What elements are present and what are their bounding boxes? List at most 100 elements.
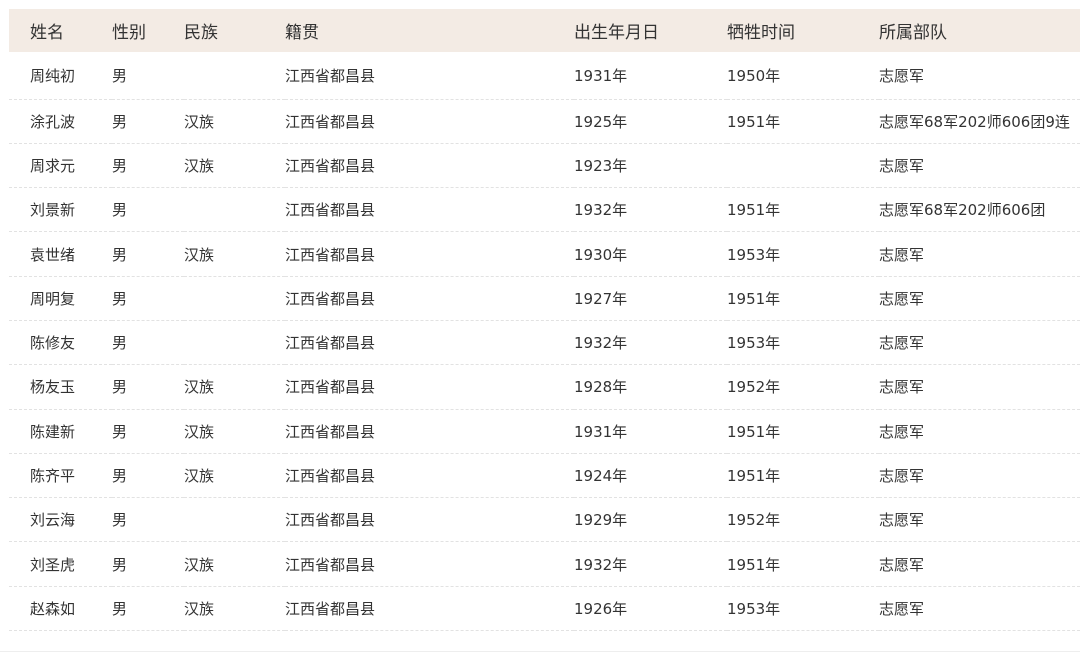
table-header: 姓名 性别 民族 籍贯 出生年月日 牺牲时间 所属部队 [9,9,1080,52]
cell-death-time: 1951年 [727,201,781,220]
cell-unit: 志愿军 [879,289,925,308]
cell-birth-date: 1925年 [574,112,628,131]
cell-ethnicity: 汉族 [184,112,215,131]
cell-gender: 男 [112,467,128,486]
cell-name: 刘圣虎 [30,555,76,574]
column-header-unit: 所属部队 [879,23,947,43]
cell-unit: 志愿军 [879,555,925,574]
cell-death-time: 1953年 [727,245,781,264]
cell-native-place: 江西省都昌县 [285,555,376,574]
cell-gender: 男 [112,511,128,530]
cell-gender: 男 [112,422,128,441]
cell-unit: 志愿军 [879,599,925,618]
cell-ethnicity [184,188,285,232]
column-header-death-time: 牺牲时间 [727,23,795,43]
cell-native-place: 江西省都昌县 [285,201,376,220]
cell-death-time: 1951年 [727,467,781,486]
table-body: 周纯初男江西省都昌县 1931年 1950年 志愿军 涂孔波男汉族 江西省都昌县 1925年… [9,52,1080,631]
cell-native-place: 江西省都昌县 [285,334,376,353]
cell-name: 袁世绪 [30,245,76,264]
cell-death-time: 1951年 [727,422,781,441]
cell-gender: 男 [112,599,128,618]
table-row: 陈建新 男 汉族 江西省都昌县 1931年 1951年 志愿军 [9,409,1080,454]
cell-native-place: 江西省都昌县 [285,245,376,264]
table-row: 陈修友 男 江西省都昌县 1932年 1953年 志愿军 [9,320,1080,365]
cell-name: 陈齐平 [30,467,76,486]
cell-ethnicity: 汉族 [184,245,215,264]
cell-birth-date: 1930年 [574,245,628,264]
cell-unit: 志愿军 [879,467,925,486]
cell-unit: 志愿军 [879,334,925,353]
cell-native-place: 江西省都昌县 [285,378,376,397]
table-row: 刘云海 男 江西省都昌县 1929年 1952年 志愿军 [9,498,1080,542]
cell-name: 刘景新 [30,201,76,220]
cell-ethnicity: 汉族 [184,555,215,574]
cell-ethnicity [184,320,285,364]
cell-ethnicity: 汉族 [184,156,215,175]
cell-unit: 志愿军68军202师606团9连 [879,112,1070,131]
cell-birth-date: 1931年 [574,422,628,441]
cell-gender: 男 [112,289,128,308]
column-header-name: 姓名 [30,23,64,43]
cell-ethnicity [184,52,285,99]
table-row: 袁世绪 男 汉族 江西省都昌县 1930年 1953年 志愿军 [9,232,1080,277]
cell-gender: 男 [112,201,128,220]
cell-native-place: 江西省都昌县 [285,156,376,175]
cell-birth-date: 1926年 [574,599,628,618]
table-row: 涂孔波 男 汉族 江西省都昌县 1925年 1951年 志愿军68军202师606团9连 [9,99,1080,144]
martyrs-table-container: 姓名 性别 民族 籍贯 出生年月日 牺牲时间 所属部队 周纯初男江西省都昌县 19… [9,9,1080,631]
cell-unit: 志愿军68军202师606团 [879,201,1046,220]
table-row: 赵森如 男 汉族 江西省都昌县 1926年 1953年 志愿军 [9,586,1080,631]
cell-name: 杨友玉 [30,378,76,397]
cell-death-time [727,143,879,187]
cell-gender: 男 [112,112,128,131]
cell-birth-date: 1929年 [574,511,628,530]
cell-unit: 志愿军 [879,245,925,264]
cell-death-time: 1951年 [727,112,781,131]
cell-gender: 男 [112,555,128,574]
cell-death-time: 1950年 [727,66,781,85]
cell-native-place: 江西省都昌县 [285,289,376,308]
cell-ethnicity [184,276,285,320]
table-row: 陈齐平 男 汉族 江西省都昌县 1924年 1951年 志愿军 [9,453,1080,498]
table-row: 周求元 男 汉族 江西省都昌县 1923年 志愿军 [9,143,1080,188]
table-row: 刘景新 男 江西省都昌县 1932年 1951年 志愿军68军202师606团 [9,188,1080,232]
cell-ethnicity: 汉族 [184,378,215,397]
cell-ethnicity [184,498,285,542]
cell-ethnicity: 汉族 [184,422,215,441]
cell-name: 周明复 [30,289,76,308]
cell-gender: 男 [112,66,128,85]
cell-birth-date: 1932年 [574,334,628,353]
cell-birth-date: 1932年 [574,201,628,220]
cell-name: 赵森如 [30,599,76,618]
column-header-native-place: 籍贯 [285,23,319,43]
cell-name: 陈建新 [30,422,76,441]
column-header-ethnicity: 民族 [184,23,218,43]
cell-native-place: 江西省都昌县 [285,467,376,486]
cell-death-time: 1953年 [727,334,781,353]
cell-unit: 志愿军 [879,511,925,530]
cell-name: 陈修友 [30,334,76,353]
cell-ethnicity: 汉族 [184,599,215,618]
cell-birth-date: 1927年 [574,289,628,308]
cell-gender: 男 [112,334,128,353]
cell-unit: 志愿军 [879,156,925,175]
cell-gender: 男 [112,245,128,264]
column-header-birth-date: 出生年月日 [574,23,659,43]
cell-unit: 志愿军 [879,66,925,85]
cell-death-time: 1951年 [727,555,781,574]
cell-native-place: 江西省都昌县 [285,112,376,131]
cell-death-time: 1952年 [727,511,781,530]
cell-name: 刘云海 [30,511,76,530]
table-row: 周纯初 男 江西省都昌县 1931年 1950年 志愿军 [9,52,1080,99]
cell-name: 周求元 [30,156,76,175]
cell-name: 涂孔波 [30,112,76,131]
cell-ethnicity: 汉族 [184,467,215,486]
column-header-gender: 性别 [112,23,146,43]
cell-death-time: 1952年 [727,378,781,397]
table-row: 刘圣虎 男 汉族 江西省都昌县 1932年 1951年 志愿军 [9,542,1080,587]
cell-unit: 志愿军 [879,378,925,397]
cell-gender: 男 [112,156,128,175]
cell-native-place: 江西省都昌县 [285,599,376,618]
cell-death-time: 1953年 [727,599,781,618]
